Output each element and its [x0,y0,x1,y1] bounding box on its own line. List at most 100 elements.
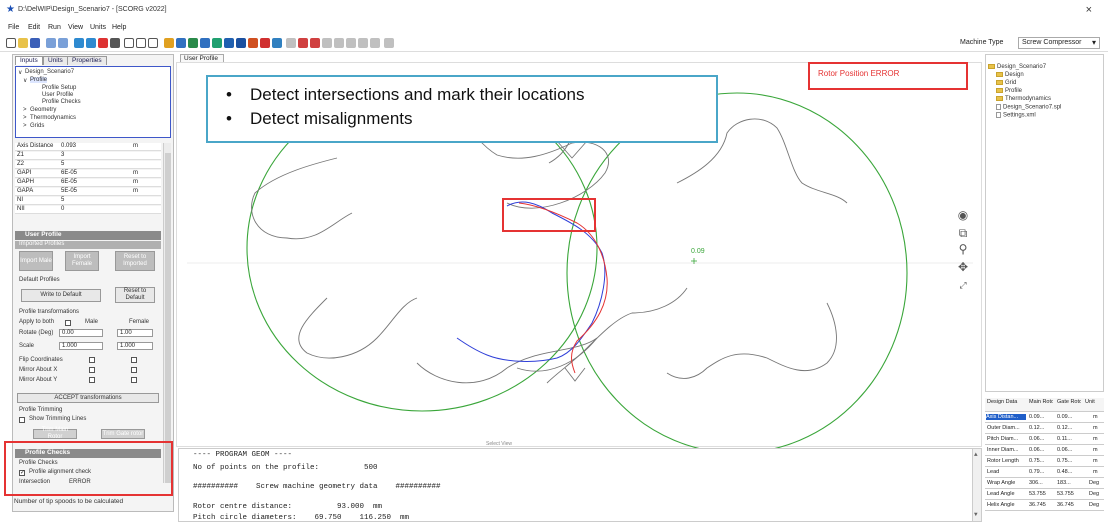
reset-default-button[interactable]: Reset to Default [115,287,155,303]
scale-male-input[interactable]: 1.000 [59,342,103,350]
tree-item-geometry[interactable]: Geometry [30,107,56,113]
trim-main-rotor-button[interactable]: Trim Main Rotor [33,427,77,440]
table-row[interactable]: Z1 3 [15,152,161,160]
table-row[interactable]: Outer Diam... 0.12... 0.12... m [985,424,1104,434]
table-row[interactable]: Rotor Length 0.75... 0.75... m [985,457,1104,467]
thermo-icon[interactable] [148,38,158,48]
file-tree-item[interactable]: Grid [996,80,1016,86]
table-row[interactable]: Lead 0.79... 0.48... m [985,468,1104,478]
valve-icon[interactable] [248,38,258,48]
console-scrollbar[interactable]: ▲ ▼ [972,449,981,521]
stop-icon[interactable] [98,38,108,48]
plot-icon[interactable] [298,38,308,48]
tab-units[interactable]: Units [43,56,68,65]
table-row[interactable]: Z2 5 [15,161,161,169]
tab-inputs[interactable]: Inputs [15,56,43,65]
user-profile-header[interactable]: User Profile [15,231,161,240]
accept-transformations-button[interactable]: ACCEPT transformations [17,393,159,403]
scale-female-input[interactable]: 1.000 [117,342,153,350]
tab-properties[interactable]: Properties [67,56,107,65]
import-male-button[interactable]: Import Male [19,251,53,271]
tree-item-thermodynamics[interactable]: Thermodynamics [30,115,76,121]
tree-prefix[interactable]: > [23,107,27,113]
tree-item-profile-checks[interactable]: Profile Checks [42,99,81,105]
eye-icon[interactable]: ◉ [956,208,970,222]
table-row[interactable]: Helix Angle 36.745 36.745 Deg [985,501,1104,511]
menu-units[interactable]: Units [90,24,106,31]
mirror-y-male-checkbox[interactable] [89,377,95,383]
file-tree-item[interactable]: Design_Scenario7.spl [996,104,1061,111]
triangle-icon[interactable] [176,38,186,48]
menu-view[interactable]: View [68,24,83,31]
undo-icon[interactable] [46,38,56,48]
scroll-down-icon[interactable]: ▼ [974,511,978,518]
camera-icon[interactable] [110,38,120,48]
cube-icon[interactable] [236,38,246,48]
flip-female-checkbox[interactable] [131,357,137,363]
settings-icon[interactable] [384,38,394,48]
table-row[interactable]: Inner Diam... 0.06... 0.06... m [985,446,1104,456]
circle-icon[interactable] [346,38,356,48]
output-console[interactable]: ---- PROGRAM GEOM ---- No of points on t… [178,448,982,522]
tree-prefix[interactable]: > [23,115,27,121]
mirror-y-female-checkbox[interactable] [131,377,137,383]
save-icon[interactable] [30,38,40,48]
new-file-icon[interactable] [6,38,16,48]
export-icon[interactable] [272,38,282,48]
file-tree-item[interactable]: Thermodynamics [996,96,1051,102]
left-scrollbar[interactable] [163,143,171,483]
tree-prefix[interactable]: > [23,123,27,129]
menu-run[interactable]: Run [48,24,61,31]
section-icon[interactable] [334,38,344,48]
menu-file[interactable]: File [8,24,19,31]
tree-prefix[interactable]: ∨ [18,69,22,76]
measure-icon[interactable] [322,38,332,48]
mesh-icon[interactable] [188,38,198,48]
reset-imported-button[interactable]: Reset to Imported [115,251,155,271]
table-row[interactable]: NI 5 [15,197,161,205]
fit-icon[interactable]: ⤢ [956,278,970,292]
console-splitter[interactable]: Select View [486,441,616,447]
table-row[interactable]: GAPI 6E-05 m [15,170,161,178]
tree-item-user-profile[interactable]: User Profile [42,92,73,98]
redo-icon[interactable] [58,38,68,48]
scrollbar-thumb[interactable] [165,153,171,483]
zoom-icon[interactable]: ⚲ [956,242,970,256]
file-tree-item[interactable]: Settings.xml [996,112,1036,119]
layers-icon[interactable] [224,38,234,48]
apply-both-checkbox[interactable] [65,320,71,326]
rotor-icon[interactable] [164,38,174,48]
tree-item-profile-setup[interactable]: Profile Setup [42,85,76,91]
chart-icon[interactable] [286,38,296,48]
file-tree-item[interactable]: Profile [996,88,1022,94]
rotate-male-input[interactable]: 0.00 [59,329,103,337]
open-folder-icon[interactable] [18,38,28,48]
menu-edit[interactable]: Edit [28,24,40,31]
refresh-icon[interactable] [86,38,96,48]
merge-icon[interactable] [358,38,368,48]
tree-item-profile[interactable]: Profile [30,77,48,83]
compare-icon[interactable] [370,38,380,48]
bar-chart-icon[interactable] [310,38,320,48]
grid-icon[interactable] [200,38,210,48]
table-row[interactable]: Wrap Angle 306... 183... Deg [985,479,1104,489]
mirror-x-male-checkbox[interactable] [89,367,95,373]
table-row[interactable]: Axis Distan... 0.09... 0.09... m [985,413,1104,423]
record-icon[interactable] [260,38,270,48]
table-row[interactable]: Axis Distance 0.093 m [15,143,161,151]
pan-icon[interactable]: ✥ [956,260,970,274]
mirror-x-female-checkbox[interactable] [131,367,137,373]
close-button[interactable]: × [1086,4,1092,16]
menu-help[interactable]: Help [112,24,126,31]
table-row[interactable]: Pitch Diam... 0.06... 0.11... m [985,435,1104,445]
profile-icon[interactable] [124,38,134,48]
file-tree-item[interactable]: Design [996,72,1024,78]
table-row[interactable]: NII 0 [15,206,161,214]
tree-item-grids[interactable]: Grids [30,123,44,129]
flip-male-checkbox[interactable] [89,357,95,363]
zoom-window-icon[interactable]: ⧉ [956,226,970,240]
write-default-button[interactable]: Write to Default [21,289,101,302]
file-tree-item[interactable]: Design_Scenario7 [988,64,1046,70]
run-icon[interactable] [74,38,84,48]
show-trimming-checkbox[interactable] [19,417,25,423]
